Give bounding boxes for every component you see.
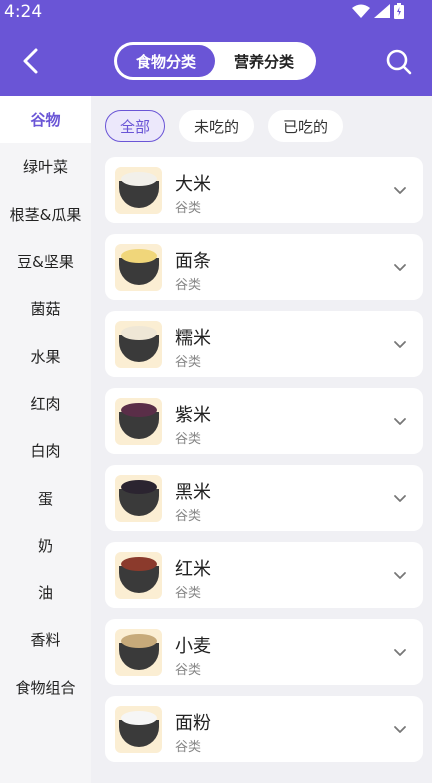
food-category: 谷类 bbox=[175, 509, 202, 524]
filter-chips: 全部 未吃的 已吃的 bbox=[105, 110, 344, 142]
sidebar-item-food-combos[interactable]: 食物组合 bbox=[0, 664, 91, 711]
food-list-item[interactable]: 面粉 谷类 bbox=[105, 696, 423, 762]
search-icon[interactable] bbox=[385, 48, 413, 76]
food-grain-fill bbox=[120, 557, 157, 571]
chevron-down-icon[interactable] bbox=[393, 337, 407, 351]
bowl-icon bbox=[118, 326, 159, 362]
sidebar-item-beans-nuts[interactable]: 豆&坚果 bbox=[0, 238, 91, 285]
food-list-item[interactable]: 紫米 谷类 bbox=[105, 388, 423, 454]
food-list-item[interactable]: 面条 谷类 bbox=[105, 234, 423, 300]
chevron-down-icon[interactable] bbox=[393, 183, 407, 197]
food-grain-fill bbox=[120, 172, 157, 186]
food-category: 谷类 bbox=[175, 201, 202, 216]
food-grain-fill bbox=[120, 249, 157, 263]
bowl-icon bbox=[118, 480, 159, 516]
filter-not-eaten-chip[interactable]: 未吃的 bbox=[179, 110, 255, 142]
sidebar-item-leafy-greens[interactable]: 绿叶菜 bbox=[0, 143, 91, 190]
bowl-icon bbox=[118, 634, 159, 670]
sidebar-item-oil[interactable]: 油 bbox=[0, 569, 91, 616]
sidebar-item-mushrooms[interactable]: 菌菇 bbox=[0, 285, 91, 332]
chevron-down-icon[interactable] bbox=[393, 491, 407, 505]
bowl-icon bbox=[118, 172, 159, 208]
food-category: 谷类 bbox=[175, 278, 202, 293]
food-grain-fill bbox=[120, 480, 157, 494]
food-grain-fill bbox=[120, 711, 157, 725]
bowl-icon bbox=[118, 711, 159, 747]
food-name: 黑米 bbox=[175, 482, 211, 503]
status-icons bbox=[352, 3, 404, 19]
chevron-down-icon[interactable] bbox=[393, 722, 407, 736]
food-category: 谷类 bbox=[175, 663, 202, 678]
food-name: 面条 bbox=[175, 251, 211, 272]
food-image bbox=[115, 398, 162, 445]
sidebar-item-eggs[interactable]: 蛋 bbox=[0, 474, 91, 521]
sidebar-item-dairy[interactable]: 奶 bbox=[0, 522, 91, 569]
filter-eaten-chip[interactable]: 已吃的 bbox=[268, 110, 344, 142]
food-image bbox=[115, 167, 162, 214]
signal-icon bbox=[374, 4, 390, 18]
tab-food-category[interactable]: 食物分类 bbox=[117, 45, 215, 77]
food-list-panel: 全部 未吃的 已吃的 大米 谷类 面条 谷类 糯米 谷类 紫米 谷类 黑米 谷类 红米 谷类 小麦 谷类面… bbox=[91, 96, 432, 783]
wifi-icon bbox=[352, 4, 370, 18]
food-name: 大米 bbox=[175, 174, 211, 195]
chevron-down-icon[interactable] bbox=[393, 260, 407, 274]
food-category: 谷类 bbox=[175, 740, 202, 755]
food-image bbox=[115, 629, 162, 676]
food-image bbox=[115, 552, 162, 599]
bowl-icon bbox=[118, 249, 159, 285]
back-icon[interactable] bbox=[18, 46, 44, 76]
food-list-item[interactable]: 小麦 谷类 bbox=[105, 619, 423, 685]
food-grain-fill bbox=[120, 326, 157, 340]
food-list: 大米 谷类 面条 谷类 糯米 谷类 紫米 谷类 黑米 谷类 红米 谷类 小麦 谷类 面粉 谷类 bbox=[105, 157, 423, 773]
food-list-item[interactable]: 糯米 谷类 bbox=[105, 311, 423, 377]
sidebar-item-grains[interactable]: 谷物 bbox=[0, 96, 91, 144]
chevron-down-icon[interactable] bbox=[393, 414, 407, 428]
bowl-icon bbox=[118, 403, 159, 439]
category-sidebar: 谷物 绿叶菜 根茎&瓜果 豆&坚果 菌菇 水果 红肉 白肉 蛋 奶 油 香料 食… bbox=[0, 96, 91, 783]
battery-icon bbox=[394, 3, 404, 19]
sidebar-item-roots-melons[interactable]: 根茎&瓜果 bbox=[0, 191, 91, 238]
food-category: 谷类 bbox=[175, 355, 202, 370]
food-name: 面粉 bbox=[175, 713, 211, 734]
bowl-icon bbox=[118, 557, 159, 593]
status-bar: 4:24 bbox=[0, 0, 432, 26]
food-image bbox=[115, 475, 162, 522]
top-app-bar: 4:24 食物分类 营养分类 bbox=[0, 0, 432, 96]
food-image bbox=[115, 321, 162, 368]
food-list-item[interactable]: 大米 谷类 bbox=[105, 157, 423, 223]
food-category: 谷类 bbox=[175, 586, 202, 601]
food-category: 谷类 bbox=[175, 432, 202, 447]
status-time: 4:24 bbox=[4, 2, 43, 22]
chevron-down-icon[interactable] bbox=[393, 568, 407, 582]
sidebar-item-fruits[interactable]: 水果 bbox=[0, 332, 91, 379]
filter-all-chip[interactable]: 全部 bbox=[105, 110, 166, 142]
tab-nutrition-category[interactable]: 营养分类 bbox=[215, 45, 313, 77]
category-type-toggle: 食物分类 营养分类 bbox=[114, 42, 316, 80]
food-name: 紫米 bbox=[175, 405, 211, 426]
food-list-item[interactable]: 红米 谷类 bbox=[105, 542, 423, 608]
food-grain-fill bbox=[120, 634, 157, 648]
food-grain-fill bbox=[120, 403, 157, 417]
food-name: 小麦 bbox=[175, 636, 211, 657]
food-image bbox=[115, 244, 162, 291]
sidebar-item-spices[interactable]: 香料 bbox=[0, 616, 91, 663]
chevron-down-icon[interactable] bbox=[393, 645, 407, 659]
sidebar-item-red-meat[interactable]: 红肉 bbox=[0, 380, 91, 427]
sidebar-item-white-meat[interactable]: 白肉 bbox=[0, 427, 91, 474]
food-name: 红米 bbox=[175, 559, 211, 580]
food-list-item[interactable]: 黑米 谷类 bbox=[105, 465, 423, 531]
food-image bbox=[115, 706, 162, 753]
food-name: 糯米 bbox=[175, 328, 211, 349]
